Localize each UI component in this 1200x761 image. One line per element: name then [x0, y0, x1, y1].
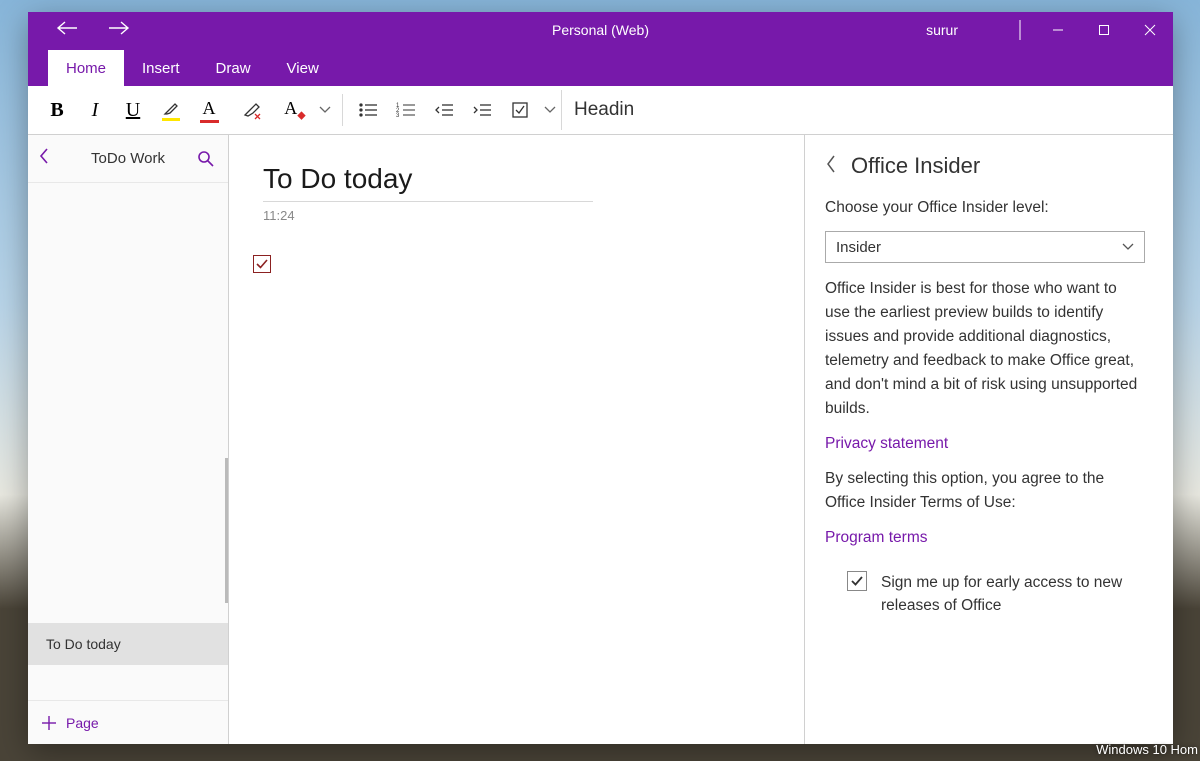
add-page-button[interactable]: Page	[28, 700, 228, 744]
todo-checkbox[interactable]	[253, 255, 271, 273]
sidebar: ToDo Work To Do today Page	[28, 135, 229, 744]
tab-bar: Home Insert Draw View	[28, 48, 1173, 86]
scrollbar[interactable]	[225, 458, 228, 603]
divider	[342, 94, 343, 126]
todo-button[interactable]	[501, 90, 539, 130]
more-formatting-icon[interactable]	[314, 90, 336, 130]
consent-text: By selecting this option, you agree to t…	[825, 467, 1145, 515]
section-title[interactable]: ToDo Work	[62, 150, 194, 167]
svg-text:3: 3	[396, 113, 400, 118]
maximize-button[interactable]	[1081, 12, 1127, 48]
note-timestamp: 11:24	[263, 208, 784, 223]
insider-description: Office Insider is best for those who wan…	[825, 277, 1145, 421]
signup-label: Sign me up for early access to new relea…	[881, 571, 1145, 618]
tab-draw[interactable]: Draw	[198, 50, 269, 86]
italic-button[interactable]: I	[76, 90, 114, 130]
watermark: Windows 10 Hom	[1096, 742, 1198, 757]
outdent-button[interactable]	[425, 90, 463, 130]
select-value: Insider	[836, 239, 881, 256]
bullet-list-button[interactable]	[349, 90, 387, 130]
add-page-label: Page	[66, 715, 99, 731]
note-canvas[interactable]: To Do today 11:24	[229, 135, 804, 744]
insider-level-label: Choose your Office Insider level:	[825, 199, 1145, 217]
close-button[interactable]	[1127, 12, 1173, 48]
font-size-button[interactable]: A◆	[276, 90, 314, 130]
signup-checkbox[interactable]	[847, 571, 867, 591]
underline-button[interactable]: U	[114, 90, 152, 130]
insider-level-select[interactable]: Insider	[825, 231, 1145, 263]
window-title: Personal (Web)	[552, 22, 649, 38]
highlight-button[interactable]	[152, 90, 190, 130]
note-title[interactable]: To Do today	[263, 163, 593, 202]
search-icon[interactable]	[194, 150, 218, 168]
privacy-link[interactable]: Privacy statement	[825, 435, 1145, 453]
heading-style[interactable]: Headin	[561, 90, 646, 130]
indent-button[interactable]	[463, 90, 501, 130]
titlebar: Personal (Web) surur	[28, 12, 1173, 48]
font-color-button[interactable]: A	[190, 90, 228, 130]
panel-title: Office Insider	[851, 153, 980, 179]
terms-link[interactable]: Program terms	[825, 529, 1145, 547]
tab-home[interactable]: Home	[48, 50, 124, 86]
sidebar-back-icon[interactable]	[38, 147, 62, 170]
panel-back-icon[interactable]	[825, 154, 837, 178]
tab-insert[interactable]: Insert	[124, 50, 198, 86]
app-window: Personal (Web) surur Home Insert Draw Vi…	[28, 12, 1173, 744]
more-paragraph-icon[interactable]	[539, 90, 561, 130]
user-name[interactable]: surur	[926, 22, 958, 38]
ribbon: B I U A A◆ 123 Headin	[28, 86, 1173, 135]
page-list: To Do today	[28, 183, 228, 700]
nav-back-icon[interactable]	[56, 20, 78, 41]
tab-view[interactable]: View	[269, 50, 337, 86]
minimize-button[interactable]	[1035, 12, 1081, 48]
clear-formatting-button[interactable]	[228, 90, 276, 130]
office-insider-panel: Office Insider Choose your Office Inside…	[804, 135, 1173, 744]
page-item[interactable]: To Do today	[28, 623, 228, 665]
bold-button[interactable]: B	[38, 90, 76, 130]
nav-forward-icon[interactable]	[108, 20, 130, 41]
numbered-list-button[interactable]: 123	[387, 90, 425, 130]
